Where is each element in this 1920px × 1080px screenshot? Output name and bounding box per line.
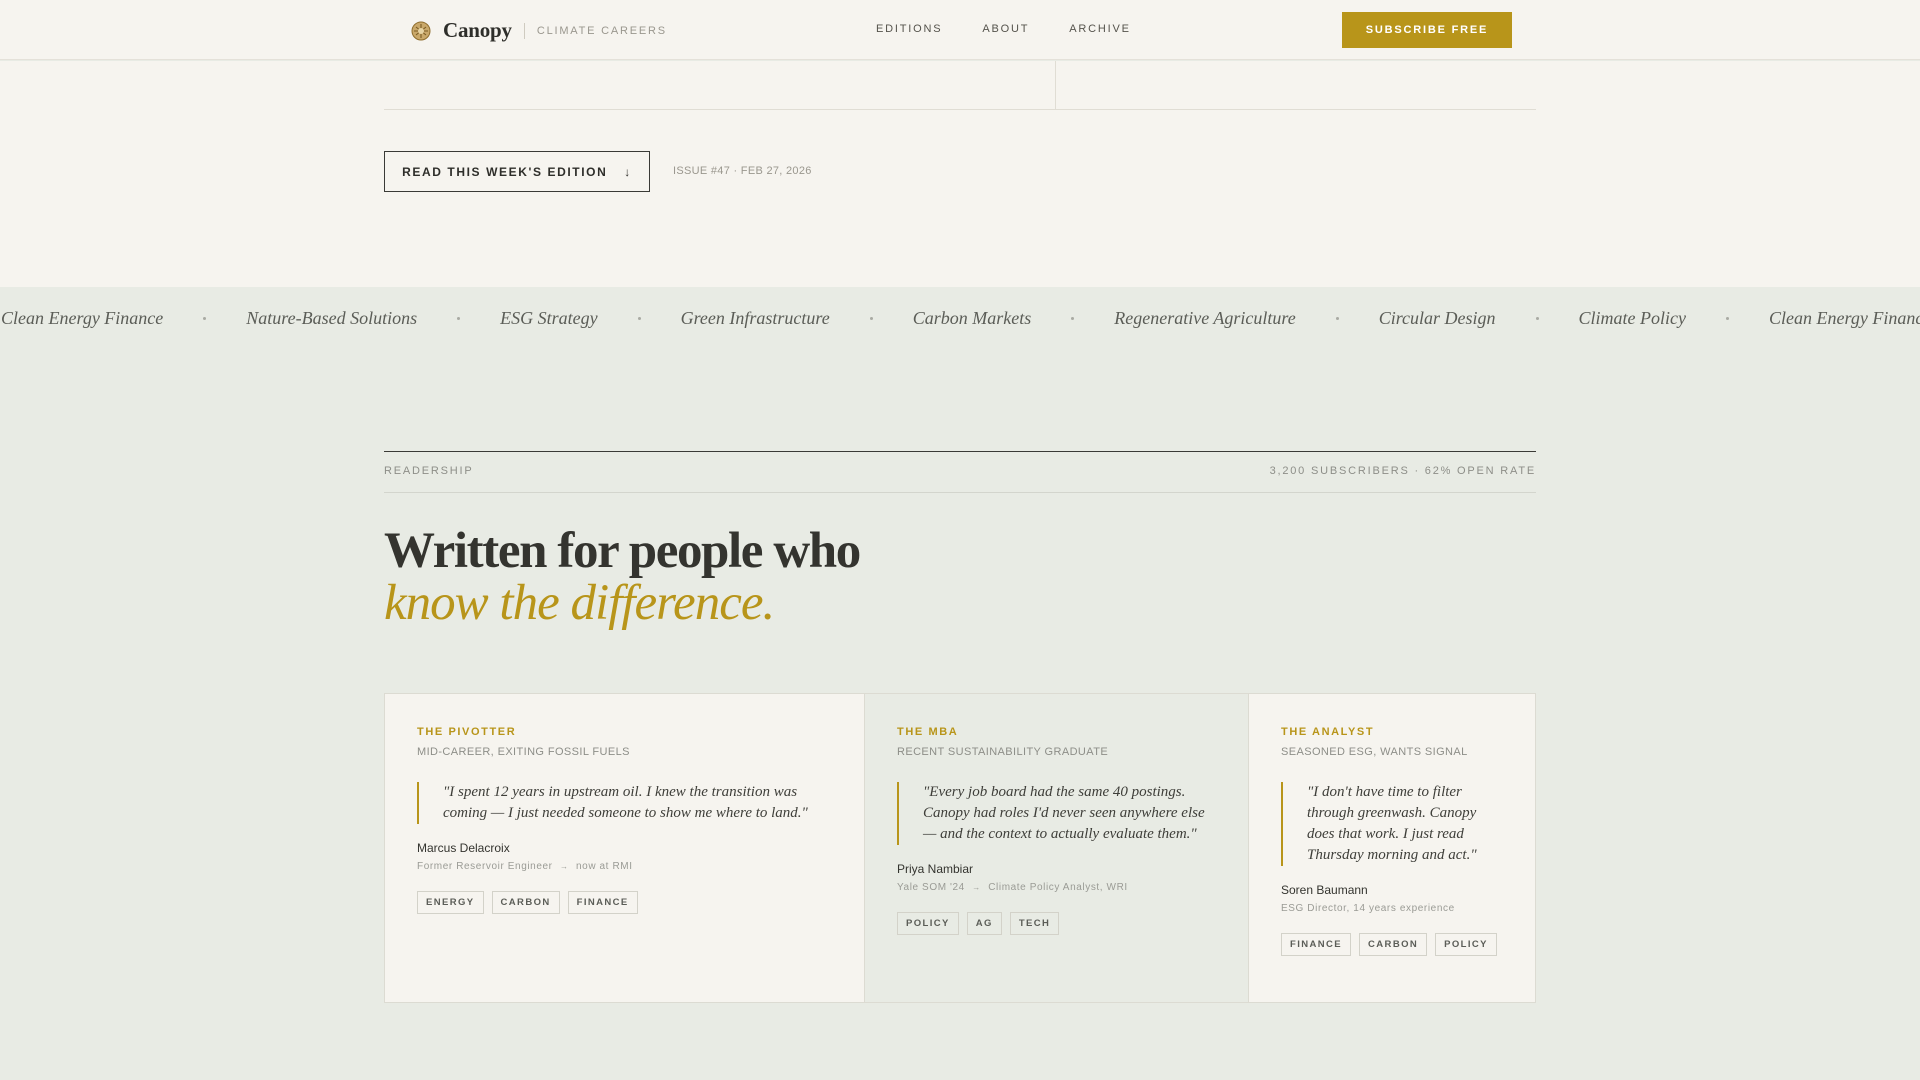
persona-role: THE MBA bbox=[897, 726, 959, 738]
section-headline: Written for people who bbox=[384, 523, 861, 579]
ticker-separator bbox=[1335, 317, 1339, 320]
brand[interactable]: Canopy CLIMATE CAREERS bbox=[411, 18, 667, 43]
subscribe-button[interactable]: SUBSCRIBE FREE bbox=[1342, 12, 1512, 48]
persona-subtitle: RECENT SUSTAINABILITY GRADUATE bbox=[897, 746, 1109, 758]
nav-link-about[interactable]: ABOUT bbox=[982, 23, 1029, 35]
ticker-item: ESG Strategy bbox=[500, 308, 598, 328]
ticker-item: Circular Design bbox=[1378, 308, 1496, 328]
persona-name: Soren Baumann bbox=[1281, 883, 1368, 897]
tag[interactable]: FINANCE bbox=[1281, 933, 1352, 956]
ticker-item: Green Infrastructure bbox=[680, 308, 830, 328]
issue-meta: ISSUE #47 · FEB 27, 2026 bbox=[673, 165, 812, 177]
leaf-emblem-icon bbox=[411, 21, 431, 40]
ticker-separator bbox=[1535, 317, 1539, 320]
path-to: now at RMI bbox=[576, 861, 633, 872]
persona-role: THE PIVOTTER bbox=[417, 726, 517, 738]
brand-name: Canopy bbox=[443, 18, 512, 42]
brand-tagline: CLIMATE CAREERS bbox=[536, 24, 667, 37]
persona-subtitle: SEASONED ESG, WANTS SIGNAL bbox=[1281, 746, 1468, 758]
ticker-item: Carbon Markets bbox=[912, 308, 1032, 328]
nav-link-editions[interactable]: EDITIONS bbox=[876, 23, 942, 35]
hero-column-divider bbox=[1055, 61, 1056, 109]
persona-tags: ENERGY CARBON FINANCE bbox=[417, 891, 832, 914]
persona-card-mba: THE MBA RECENT SUSTAINABILITY GRADUATE "… bbox=[864, 694, 1248, 1002]
tag[interactable]: TECH bbox=[1009, 912, 1060, 935]
ticker-separator bbox=[637, 317, 641, 320]
path-from: Former Reservoir Engineer bbox=[417, 861, 553, 872]
ticker-item: Clean Energy Finance bbox=[1769, 308, 1920, 328]
readership-stats: 3,200 SUBSCRIBERS · 62% OPEN RATE bbox=[1269, 465, 1536, 477]
ticker-item: Regenerative Agriculture bbox=[1114, 308, 1296, 328]
section-headline-accent: know the difference. bbox=[384, 575, 775, 631]
tag[interactable]: POLICY bbox=[897, 912, 959, 935]
ticker-separator bbox=[1726, 317, 1730, 320]
ticker-separator bbox=[203, 317, 207, 320]
hero-rule bbox=[384, 109, 1536, 110]
persona-quote: "Every job board had the same 40 posting… bbox=[897, 782, 1216, 845]
persona-quote: "I spent 12 years in upstream oil. I kne… bbox=[417, 782, 832, 824]
arrow-right-icon: → bbox=[560, 862, 569, 871]
nav-link-archive[interactable]: ARCHIVE bbox=[1069, 23, 1131, 35]
persona-subtitle: MID-CAREER, EXITING FOSSIL FUELS bbox=[417, 746, 630, 758]
topic-ticker: Clean Energy Finance Nature-Based Soluti… bbox=[0, 287, 1920, 355]
persona-role: THE ANALYST bbox=[1281, 726, 1375, 738]
persona-tags: FINANCE CARBON POLICY bbox=[1281, 933, 1503, 956]
section-rule-top bbox=[384, 451, 1536, 452]
read-edition-button[interactable]: READ THIS WEEK'S EDITION ↓ bbox=[384, 151, 650, 192]
path-from: ESG Director, 14 years experience bbox=[1281, 903, 1455, 914]
section-rule-bottom bbox=[384, 492, 1536, 493]
arrow-right-icon: → bbox=[972, 883, 981, 892]
top-nav: Canopy CLIMATE CAREERS EDITIONS ABOUT AR… bbox=[0, 0, 1920, 60]
hero-section: READ THIS WEEK'S EDITION ↓ ISSUE #47 · F… bbox=[0, 61, 1920, 287]
tag[interactable]: CARBON bbox=[491, 891, 560, 914]
tag[interactable]: AG bbox=[966, 912, 1002, 935]
section-label: READERSHIP bbox=[384, 465, 474, 477]
ticker-separator bbox=[457, 317, 461, 320]
ticker-separator bbox=[869, 317, 873, 320]
brand-divider bbox=[523, 22, 525, 39]
persona-card-pivotter: THE PIVOTTER MID-CAREER, EXITING FOSSIL … bbox=[385, 694, 864, 1002]
persona-path: ESG Director, 14 years experience bbox=[1281, 903, 1503, 914]
tag[interactable]: ENERGY bbox=[417, 891, 484, 914]
persona-name: Marcus Delacroix bbox=[417, 841, 510, 855]
persona-quote: "I don't have time to filter through gre… bbox=[1281, 782, 1503, 866]
persona-name: Priya Nambiar bbox=[897, 862, 974, 876]
persona-path: Former Reservoir Engineer → now at RMI bbox=[417, 861, 832, 872]
path-from: Yale SOM '24 bbox=[897, 882, 965, 893]
tag[interactable]: FINANCE bbox=[567, 891, 638, 914]
persona-path: Yale SOM '24 → Climate Policy Analyst, W… bbox=[897, 882, 1216, 893]
ticker-track: Clean Energy Finance Nature-Based Soluti… bbox=[1, 308, 1920, 329]
tag[interactable]: CARBON bbox=[1359, 933, 1428, 956]
persona-cards: THE PIVOTTER MID-CAREER, EXITING FOSSIL … bbox=[384, 693, 1536, 1003]
arrow-down-icon: ↓ bbox=[624, 164, 632, 179]
persona-tags: POLICY AG TECH bbox=[897, 912, 1216, 935]
ticker-item: Climate Policy bbox=[1578, 308, 1687, 328]
ticker-item: Nature-Based Solutions bbox=[246, 308, 418, 328]
ticker-item: Clean Energy Finance bbox=[1, 308, 164, 328]
nav-links: EDITIONS ABOUT ARCHIVE bbox=[876, 23, 1171, 35]
path-to: Climate Policy Analyst, WRI bbox=[988, 882, 1128, 893]
persona-card-analyst: THE ANALYST SEASONED ESG, WANTS SIGNAL "… bbox=[1248, 694, 1535, 1002]
read-edition-label: READ THIS WEEK'S EDITION bbox=[402, 164, 608, 179]
tag[interactable]: POLICY bbox=[1435, 933, 1497, 956]
ticker-separator bbox=[1071, 317, 1075, 320]
